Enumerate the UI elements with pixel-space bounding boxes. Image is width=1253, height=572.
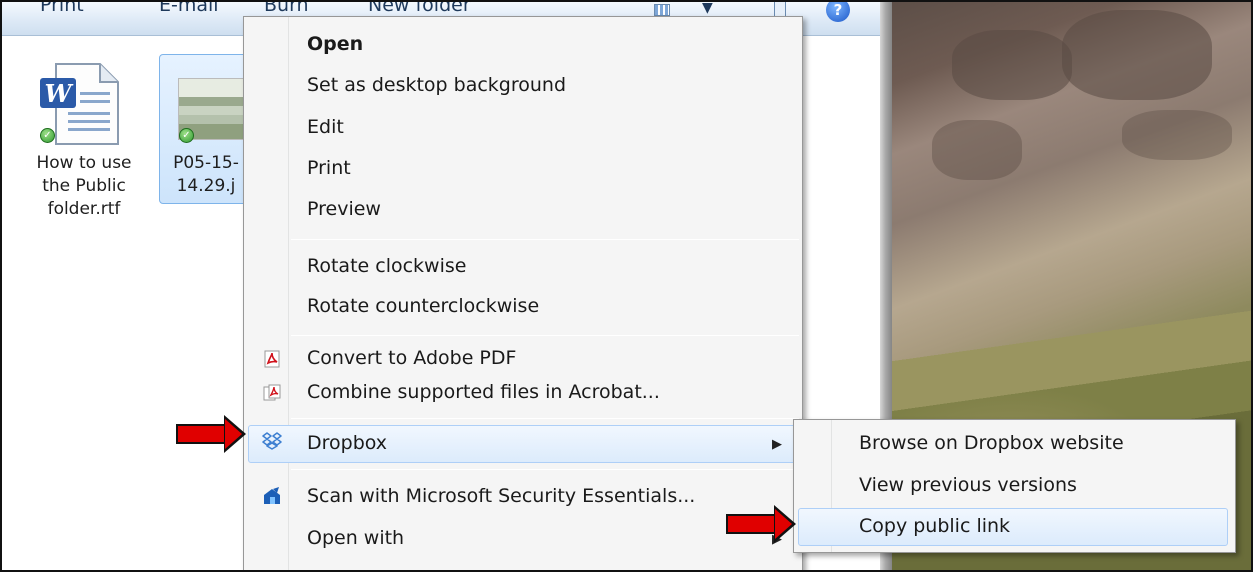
annotation-arrow-right-icon xyxy=(176,415,246,453)
menu-item-open-with[interactable]: Open with xyxy=(307,527,404,549)
file-label-public-folder[interactable]: How to use the Public folder.rtf xyxy=(22,152,146,221)
submenu-chevron-right-icon: ▶ xyxy=(772,437,782,452)
menu-item-combine-in-acrobat[interactable]: Combine supported files in Acrobat... xyxy=(307,381,660,403)
menu-item-print[interactable]: Print xyxy=(307,157,351,179)
menu-item-open[interactable]: Open xyxy=(307,33,363,55)
sync-status-check-icon: ✓ xyxy=(179,128,194,143)
menu-item-scan-security-essentials[interactable]: Scan with Microsoft Security Essentials.… xyxy=(307,485,695,507)
menu-item-rotate-counterclockwise[interactable]: Rotate counterclockwise xyxy=(307,295,539,317)
new-folder-toolbar-button[interactable]: New folder xyxy=(368,0,471,16)
svg-text:W: W xyxy=(45,79,74,108)
menu-separator xyxy=(291,469,799,470)
dropbox-icon xyxy=(262,432,282,450)
submenu-item-view-previous-versions[interactable]: View previous versions xyxy=(859,474,1077,496)
annotation-arrow-right-icon xyxy=(726,505,796,543)
acrobat-combine-icon xyxy=(263,384,281,401)
submenu-item-copy-public-link[interactable]: Copy public link xyxy=(859,515,1010,537)
file-label-photo[interactable]: P05-15- 14.29.j xyxy=(164,152,248,198)
menu-item-edit[interactable]: Edit xyxy=(307,116,344,138)
view-options-chevron-down-icon[interactable]: ▼ xyxy=(702,0,713,16)
menu-item-preview[interactable]: Preview xyxy=(307,198,381,220)
security-essentials-icon xyxy=(264,487,280,504)
print-toolbar-button[interactable]: Print xyxy=(40,0,84,16)
submenu-item-browse-dropbox-website[interactable]: Browse on Dropbox website xyxy=(859,432,1124,454)
sync-status-check-icon: ✓ xyxy=(40,128,55,143)
help-icon[interactable]: ? xyxy=(826,0,850,22)
burn-toolbar-button[interactable]: Burn xyxy=(264,0,309,16)
menu-separator xyxy=(291,335,799,336)
menu-item-rotate-clockwise[interactable]: Rotate clockwise xyxy=(307,255,466,277)
menu-item-convert-to-adobe-pdf[interactable]: Convert to Adobe PDF xyxy=(307,347,516,369)
menu-separator xyxy=(291,418,799,419)
menu-separator xyxy=(291,239,799,240)
adobe-pdf-icon xyxy=(264,350,280,368)
context-menu: Open Set as desktop background Edit Prin… xyxy=(243,16,803,572)
menu-item-dropbox[interactable]: Dropbox xyxy=(307,432,387,454)
email-toolbar-button[interactable]: E-mail xyxy=(159,0,219,16)
menu-item-set-desktop-background[interactable]: Set as desktop background xyxy=(307,74,566,96)
change-view-icon[interactable] xyxy=(654,4,670,16)
dropbox-submenu: Browse on Dropbox website View previous … xyxy=(793,419,1236,553)
